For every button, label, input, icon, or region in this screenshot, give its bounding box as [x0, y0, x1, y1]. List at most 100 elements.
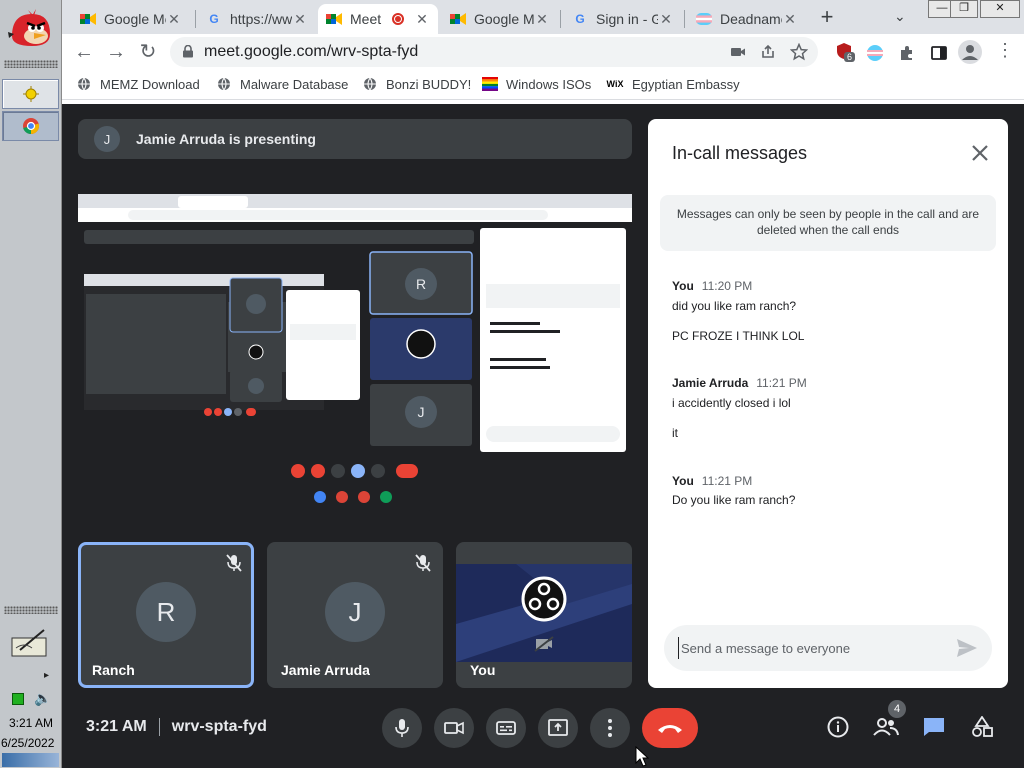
mic-off-icon — [415, 554, 431, 572]
mouse-cursor-icon — [635, 746, 649, 767]
back-button[interactable]: ← — [72, 40, 96, 64]
meeting-details-button[interactable] — [825, 714, 851, 740]
tab-separator — [195, 10, 196, 28]
camera-indicator-icon[interactable] — [730, 44, 746, 60]
globe-icon — [216, 76, 232, 92]
screen-share-view[interactable]: R J — [78, 194, 632, 510]
meet-icon — [450, 11, 466, 27]
divider — [158, 718, 160, 736]
address-bar[interactable]: meet.google.com/wrv-spta-fyd — [170, 37, 818, 67]
microphone-button[interactable] — [382, 708, 422, 748]
close-tab-icon[interactable]: ✕ — [782, 11, 798, 28]
tab-sign-in[interactable]: G Sign in - Google ✕ — [564, 4, 682, 34]
bookmark-label: Malware Database — [240, 76, 349, 92]
shapes-icon — [972, 716, 993, 737]
close-tab-icon[interactable]: ✕ — [166, 11, 182, 28]
tab-https[interactable]: G https://ww... ✕ — [198, 4, 316, 34]
new-tab-button[interactable]: + — [814, 4, 840, 30]
chat-privacy-notice: Messages can only be seen by people in t… — [660, 195, 996, 251]
bookmark-label: Egyptian Embassy — [632, 76, 740, 92]
profile-avatar-button[interactable] — [958, 40, 982, 64]
tab-meet-active[interactable]: Meet ✕ — [318, 4, 438, 34]
activities-button[interactable] — [969, 714, 995, 740]
taskbar-app-button[interactable] — [2, 79, 59, 109]
volume-icon[interactable]: 🔈 — [34, 690, 51, 707]
tab-google-meet-2[interactable]: Google Meet ✕ — [442, 4, 558, 34]
close-tab-icon[interactable]: ✕ — [414, 11, 430, 28]
browser-window: Google Meet ✕ G https://ww... ✕ Meet ✕ G… — [62, 0, 1024, 104]
reload-button[interactable]: ↻ — [136, 40, 160, 64]
browser-menu-kebab-icon[interactable]: ⋮ — [996, 40, 1014, 61]
close-tab-icon[interactable]: ✕ — [658, 11, 674, 28]
side-panel-icon[interactable] — [930, 44, 948, 62]
tab-deadname[interactable]: Deadname ✕ — [688, 4, 806, 34]
chat-input-container — [664, 625, 992, 671]
participant-tile-you[interactable]: You — [456, 542, 632, 688]
close-window-button[interactable]: ✕ — [980, 0, 1020, 18]
tray-expand-arrow-icon[interactable]: ▸ — [44, 670, 49, 681]
pen-tablet-icon[interactable] — [10, 628, 50, 658]
clock-date[interactable]: 6/25/2022 — [0, 736, 62, 750]
tab-title: Google Meet — [474, 11, 534, 27]
presenting-text: Jamie Arruda is presenting — [136, 131, 316, 147]
sun-folder-icon — [22, 86, 39, 102]
chat-button[interactable] — [921, 714, 947, 740]
leave-call-button[interactable] — [642, 708, 698, 748]
close-icon[interactable] — [968, 141, 992, 165]
camera-button[interactable] — [434, 708, 474, 748]
more-options-button[interactable] — [590, 708, 630, 748]
participant-name: Jamie Arruda — [281, 662, 370, 678]
tab-google-meet-1[interactable]: Google Meet ✕ — [72, 4, 190, 34]
meeting-code: wrv-spta-fyd — [171, 718, 267, 735]
meet-call-area: J Jamie Arruda is presenting R J R Ranch… — [62, 104, 1024, 768]
lock-icon[interactable] — [182, 45, 194, 58]
participant-avatar: J — [325, 582, 385, 642]
sender-name: Jamie Arruda — [672, 376, 749, 390]
chat-bubble-icon — [924, 718, 944, 736]
tab-search-chevron-icon[interactable]: ⌄ — [894, 8, 906, 25]
participant-name: You — [470, 662, 496, 678]
extensions-puzzle-icon[interactable] — [898, 44, 916, 62]
chat-message-input[interactable] — [678, 637, 948, 659]
browser-toolbar: ← → ↻ meet.google.com/wrv-spta-fyd 6 ⋮ — [62, 34, 1024, 70]
bookmark-windows-isos[interactable]: Windows ISOs — [482, 76, 591, 92]
send-icon[interactable] — [956, 638, 978, 658]
taskbar-grip — [4, 60, 58, 68]
tab-strip: Google Meet ✕ G https://ww... ✕ Meet ✕ G… — [62, 0, 1024, 34]
bookmark-star-icon[interactable] — [790, 43, 808, 61]
tab-title: https://ww... — [230, 11, 292, 27]
message-text: Do you like ram ranch? — [672, 493, 796, 507]
mic-icon — [395, 719, 409, 737]
meet-icon — [326, 11, 342, 27]
trans-flag-extension-icon[interactable] — [866, 44, 884, 62]
taskbar-chrome-button[interactable] — [2, 111, 59, 141]
bookmark-egyptian-embassy[interactable]: WiX Egyptian Embassy — [606, 76, 740, 92]
close-tab-icon[interactable]: ✕ — [292, 11, 308, 28]
tab-title: Sign in - Google — [596, 11, 658, 27]
present-now-button[interactable] — [538, 708, 578, 748]
participant-tile-ranch[interactable]: R Ranch — [78, 542, 254, 688]
participant-tile-jamie-arruda[interactable]: J Jamie Arruda — [267, 542, 443, 688]
mic-off-icon — [226, 554, 242, 572]
message-text: it — [672, 426, 678, 440]
profile-icon — [962, 45, 978, 60]
bookmark-bonzi-buddy[interactable]: Bonzi BUDDY! — [362, 76, 471, 92]
sender-name: You — [672, 279, 694, 293]
message-text: PC FROZE I THINK LOL — [672, 329, 805, 343]
extension-shield-button[interactable]: 6 — [836, 42, 856, 64]
participant-name: Ranch — [92, 662, 135, 678]
clock-time[interactable]: 3:21 AM — [0, 716, 62, 730]
restore-window-button[interactable]: ❐ — [950, 0, 978, 18]
participant-avatar: R — [136, 582, 196, 642]
close-tab-icon[interactable]: ✕ — [534, 11, 550, 28]
forward-button[interactable]: → — [104, 40, 128, 64]
network-icon[interactable] — [12, 693, 24, 705]
angry-bird-icon[interactable] — [6, 6, 54, 50]
bookmark-memz[interactable]: MEMZ Download — [76, 76, 200, 92]
share-icon[interactable] — [760, 44, 776, 60]
bookmark-malware-database[interactable]: Malware Database — [216, 76, 348, 92]
taskbar-bottom-strip — [2, 753, 59, 767]
captions-button[interactable] — [486, 708, 526, 748]
in-call-messages-panel: In-call messages Messages can only be se… — [648, 119, 1008, 688]
tab-title: Google Meet — [104, 11, 166, 27]
